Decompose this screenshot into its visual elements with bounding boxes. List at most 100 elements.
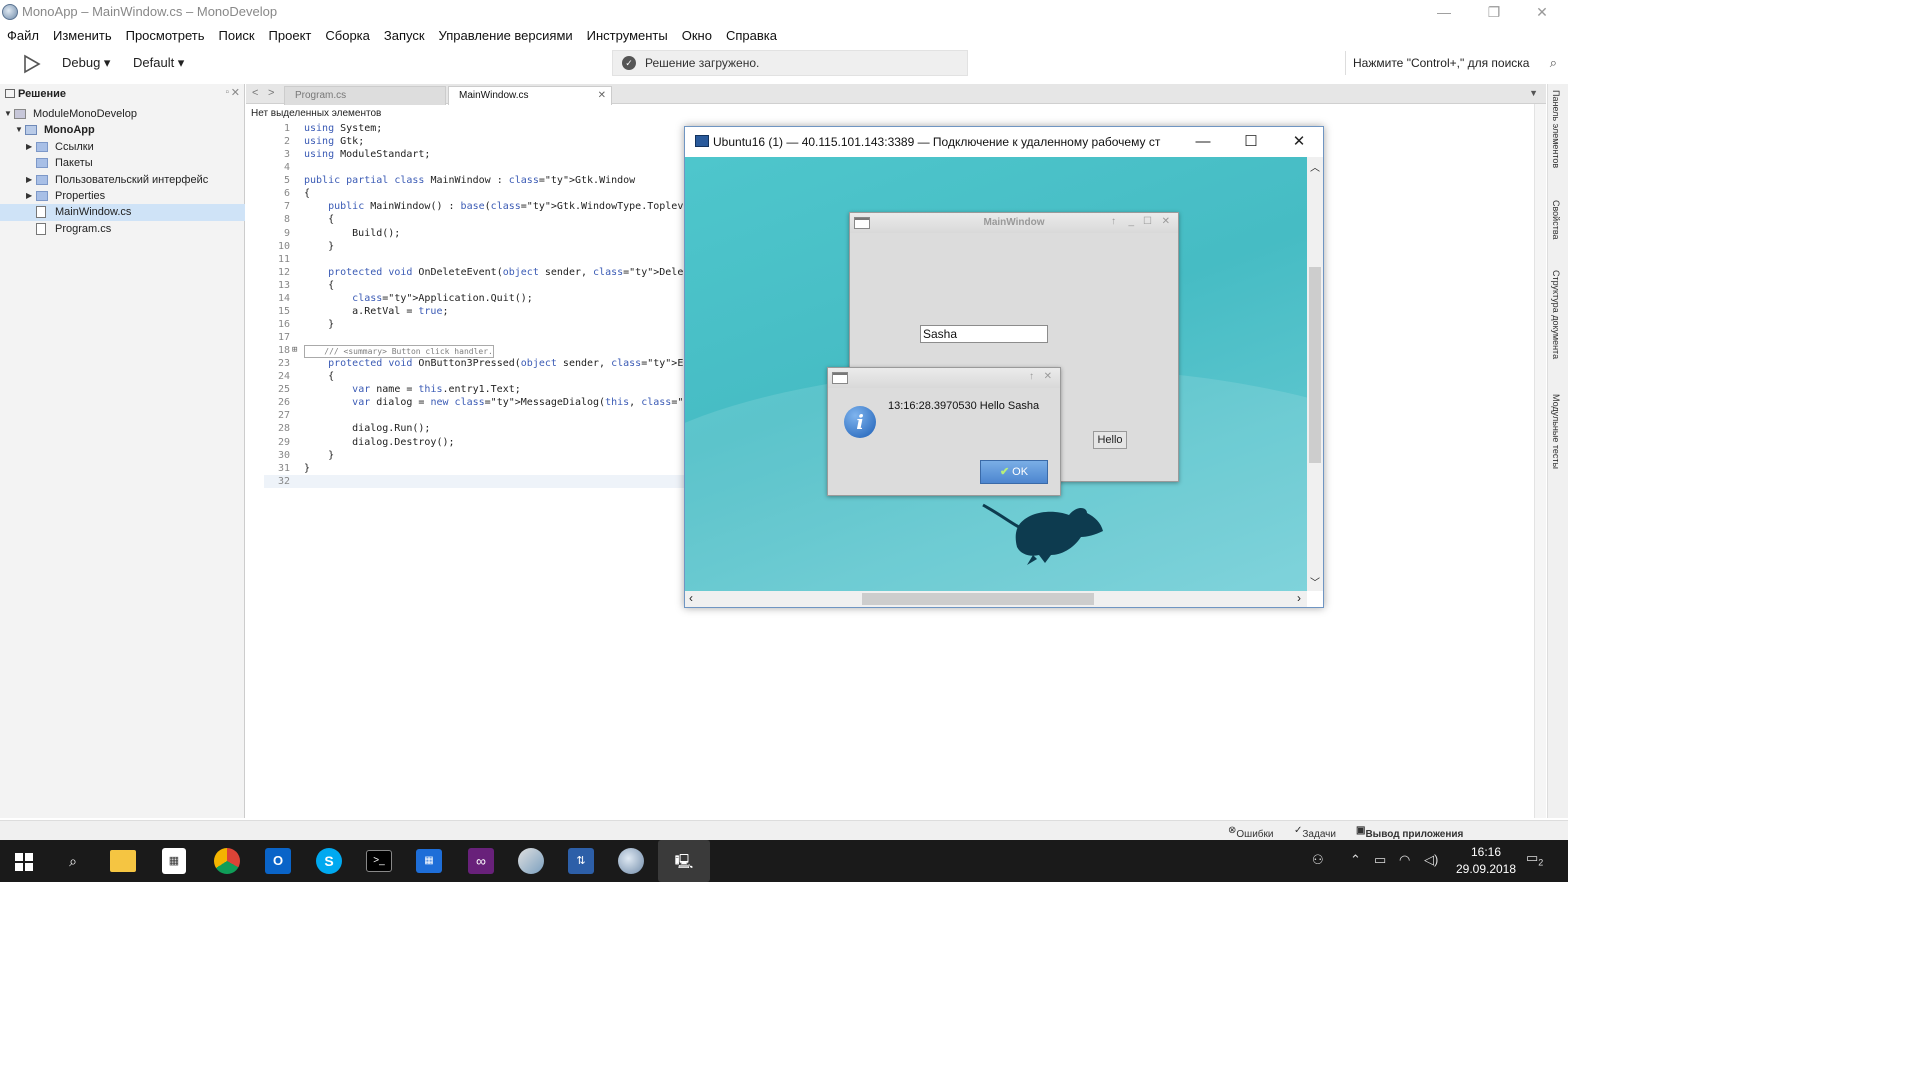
tab-mainwindow-cs[interactable]: MainWindow.cs ✕ bbox=[448, 86, 612, 105]
menu-file[interactable]: Файл bbox=[0, 26, 46, 46]
monodevelop-taskbar-icon[interactable] bbox=[618, 848, 644, 874]
close-icon[interactable]: ✕ bbox=[1162, 216, 1170, 227]
menu-search[interactable]: Поиск bbox=[212, 26, 262, 46]
menu-build[interactable]: Сборка bbox=[318, 26, 377, 46]
file-explorer-icon[interactable] bbox=[110, 850, 136, 872]
collapsed-arrow-icon[interactable]: ▶ bbox=[26, 188, 32, 204]
hello-button[interactable]: Hello bbox=[1093, 431, 1127, 449]
global-search-input[interactable]: Нажмите "Control+," для поиска ⌕ bbox=[1345, 51, 1561, 75]
minimize-button[interactable]: — bbox=[1424, 2, 1464, 22]
fold-expand-icon[interactable]: ⊞ bbox=[292, 344, 297, 357]
folder-icon bbox=[36, 158, 48, 169]
tree-item[interactable]: Пакеты bbox=[0, 155, 245, 171]
arrow-up-icon[interactable]: ↑ bbox=[1111, 216, 1116, 227]
maximize-icon[interactable]: ☐ bbox=[1143, 216, 1152, 227]
solution-icon bbox=[14, 109, 26, 119]
wifi-icon[interactable]: ◠ bbox=[1399, 852, 1410, 868]
name-entry[interactable]: Sasha bbox=[920, 325, 1048, 343]
line-number: 8 bbox=[283, 214, 290, 226]
calendar-app-icon[interactable]: ▦ bbox=[416, 849, 442, 873]
chevron-up-icon[interactable]: ⌃ bbox=[1350, 852, 1361, 868]
search-icon[interactable]: ⌕ bbox=[58, 846, 88, 876]
menu-tools[interactable]: Инструменты bbox=[580, 26, 675, 46]
chevron-right-icon[interactable]: > bbox=[268, 87, 274, 99]
document-outline-pad-tab[interactable]: Структура документа bbox=[1551, 270, 1561, 359]
rdp-vertical-scrollbar[interactable]: ︿ ﹀ bbox=[1307, 157, 1323, 591]
tab-list-dropdown-icon[interactable]: ▼ bbox=[1529, 88, 1538, 98]
skype-icon[interactable]: S bbox=[316, 848, 342, 874]
tree-item[interactable]: ▶ Пользовательский интерфейс bbox=[0, 172, 245, 188]
arrow-up-icon[interactable]: ↑ bbox=[1029, 371, 1034, 382]
menu-view[interactable]: Просмотреть bbox=[119, 26, 212, 46]
people-icon[interactable]: ⚇ bbox=[1312, 852, 1324, 868]
tree-item[interactable]: ▼ ModuleMonoDevelop bbox=[0, 106, 245, 122]
application-output-button[interactable]: ▣ Вывод приложения - ModuleMonoDevelop bbox=[1356, 825, 1466, 862]
menu-run[interactable]: Запуск bbox=[377, 26, 432, 46]
menu-help[interactable]: Справка bbox=[719, 26, 784, 46]
scroll-right-icon[interactable]: › bbox=[1297, 591, 1301, 605]
errors-pad-button[interactable]: ⊗ Ошибки bbox=[1228, 825, 1273, 840]
scroll-up-icon[interactable]: ︿ bbox=[1310, 159, 1320, 174]
menu-version-control[interactable]: Управление версиями bbox=[432, 26, 580, 46]
tasks-label: Задачи bbox=[1302, 829, 1336, 840]
outlook-icon[interactable]: O bbox=[265, 848, 291, 874]
platform-dropdown[interactable]: Default ▾ bbox=[133, 55, 184, 71]
line-number: 25 bbox=[277, 384, 290, 396]
unit-tests-pad-tab[interactable]: Модульные тесты bbox=[1551, 394, 1561, 469]
system-clock[interactable]: 16:16 29.09.2018 bbox=[1455, 844, 1517, 878]
close-button[interactable]: ✕ bbox=[1522, 2, 1562, 22]
tree-item[interactable]: ▶ Properties bbox=[0, 188, 245, 204]
scroll-left-icon[interactable]: ‹ bbox=[689, 591, 693, 605]
expanded-arrow-icon[interactable]: ▼ bbox=[4, 106, 12, 122]
calculator-icon[interactable]: ▦ bbox=[162, 848, 186, 874]
toolbox-pad-tab[interactable]: Панель элементов bbox=[1551, 90, 1561, 168]
editor-vertical-scrollbar[interactable] bbox=[1534, 104, 1546, 818]
rdp-close-button[interactable]: ✕ bbox=[1279, 131, 1319, 153]
menu-window[interactable]: Окно bbox=[675, 26, 719, 46]
volume-icon[interactable]: ◁) bbox=[1424, 852, 1438, 868]
rdp-minimize-button[interactable]: — bbox=[1183, 131, 1223, 153]
rdp-vscroll-thumb[interactable] bbox=[1309, 267, 1321, 463]
ok-button[interactable]: ✔ OK bbox=[980, 460, 1048, 484]
search-placeholder: Нажмите "Control+," для поиска bbox=[1353, 56, 1530, 70]
rdp-maximize-button[interactable]: ☐ bbox=[1231, 131, 1271, 153]
rdp-hscroll-thumb[interactable] bbox=[862, 593, 1094, 605]
menu-edit[interactable]: Изменить bbox=[46, 26, 119, 46]
chevron-left-icon[interactable]: < bbox=[252, 87, 258, 99]
terminal-icon[interactable]: >_ bbox=[366, 850, 392, 872]
remote-desktop-taskbar-icon[interactable]: 🖳 bbox=[658, 840, 710, 882]
paint-icon[interactable] bbox=[518, 848, 544, 874]
rdp-horizontal-scrollbar[interactable]: ‹ › bbox=[685, 591, 1307, 607]
close-icon[interactable]: ✕ bbox=[598, 87, 606, 105]
tab-program-cs[interactable]: Program.cs bbox=[284, 86, 446, 105]
pad-dock-icon[interactable]: ▫ bbox=[225, 87, 229, 98]
close-icon[interactable]: ✕ bbox=[1044, 371, 1052, 382]
tree-item[interactable]: Program.cs bbox=[0, 221, 245, 237]
collapsed-arrow-icon[interactable]: ▶ bbox=[26, 172, 32, 188]
menu-project[interactable]: Проект bbox=[262, 26, 319, 46]
run-play-icon[interactable] bbox=[22, 54, 42, 74]
tree-item[interactable]: ▶ Ссылки bbox=[0, 139, 245, 155]
minimize-icon[interactable]: _ bbox=[1128, 216, 1134, 227]
configuration-dropdown[interactable]: Debug ▾ bbox=[62, 55, 110, 71]
tree-item[interactable]: ▼ MonoApp bbox=[0, 122, 245, 138]
breadcrumb[interactable]: Нет выделенных элементов bbox=[246, 106, 381, 122]
dialog-title-bar: ↑ ✕ bbox=[828, 368, 1060, 388]
remote-desktop-area[interactable]: MainWindow ↑ _ ☐ ✕ Sasha Hello ↑ ✕ i 13:… bbox=[685, 157, 1307, 591]
tree-item[interactable]: MainWindow.cs bbox=[0, 204, 245, 221]
scroll-down-icon[interactable]: ﹀ bbox=[1310, 574, 1320, 589]
restore-button[interactable]: ❐ bbox=[1474, 2, 1514, 22]
pad-close-icon[interactable]: ✕ bbox=[231, 86, 240, 99]
notifications-icon[interactable]: ▭2 bbox=[1526, 850, 1543, 868]
code-text: } bbox=[304, 462, 311, 474]
visual-studio-icon[interactable]: ∞ bbox=[468, 848, 494, 874]
folder-icon bbox=[36, 174, 48, 185]
network-app-icon[interactable]: ⇅ bbox=[568, 848, 594, 874]
chrome-icon[interactable] bbox=[214, 848, 240, 874]
expanded-arrow-icon[interactable]: ▼ bbox=[15, 122, 23, 138]
battery-icon[interactable]: ▭ bbox=[1374, 852, 1386, 868]
properties-pad-tab[interactable]: Свойства bbox=[1551, 200, 1561, 240]
windows-start-icon[interactable] bbox=[15, 853, 33, 871]
tasks-pad-button[interactable]: ✓ Задачи bbox=[1294, 825, 1336, 840]
collapsed-arrow-icon[interactable]: ▶ bbox=[26, 139, 32, 155]
